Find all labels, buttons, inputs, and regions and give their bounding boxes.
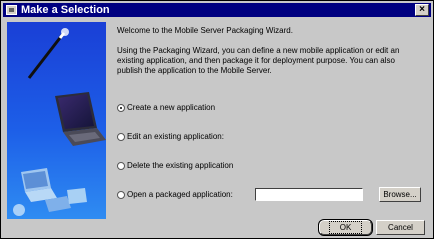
option-label: Open a packaged application: (127, 190, 233, 199)
ok-button[interactable]: OK (318, 219, 373, 236)
radio-create-new[interactable] (117, 104, 125, 112)
radio-open-packaged[interactable] (117, 191, 125, 199)
option-label: Delete the existing application (127, 161, 234, 170)
window-icon (6, 5, 17, 15)
ok-button-label: OK (328, 221, 363, 234)
cancel-button[interactable]: Cancel (376, 220, 425, 235)
make-a-selection-dialog: Make a Selection × Welcome to the Mobile… (0, 0, 434, 239)
radio-delete-existing[interactable] (117, 162, 125, 170)
title-bar: Make a Selection × (3, 3, 431, 17)
welcome-text: Welcome to the Mobile Server Packaging W… (117, 26, 293, 35)
wizard-illustration (7, 22, 106, 219)
browse-button[interactable]: Browse... (379, 187, 421, 202)
packaged-application-path-input[interactable] (255, 188, 363, 201)
close-button[interactable]: × (415, 4, 429, 16)
wizard-illustration-art (7, 22, 106, 219)
radio-edit-existing[interactable] (117, 133, 125, 141)
option-label: Edit an existing application: (127, 132, 224, 141)
description-text: Using the Packaging Wizard, you can defi… (117, 46, 400, 75)
window-title: Make a Selection (21, 4, 110, 16)
option-label: Create a new application (127, 103, 216, 112)
